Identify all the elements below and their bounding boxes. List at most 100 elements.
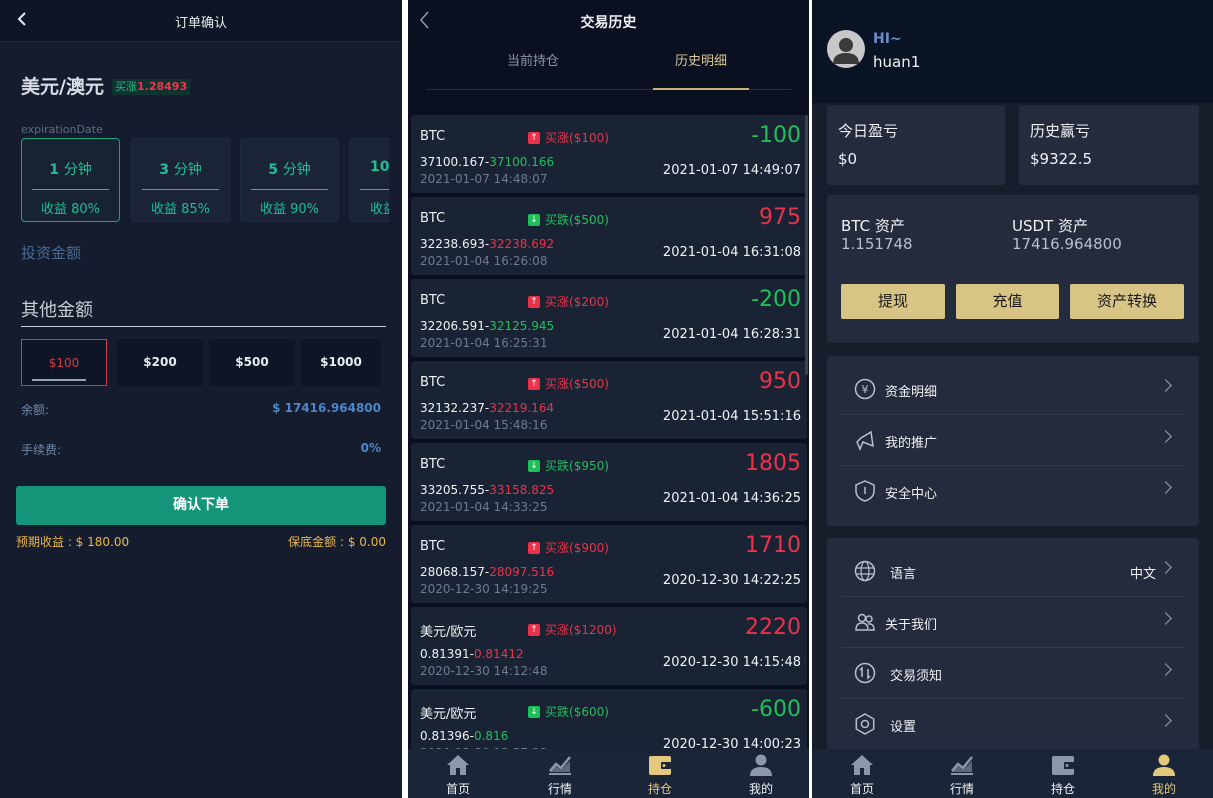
menu-label: 关于我们 [885,618,938,633]
nav-positions[interactable]: 持仓 [620,749,700,798]
close-time: 2020-12-30 14:22:25 [662,573,801,588]
asset-convert-button[interactable]: 资产转换 [1070,284,1184,319]
nav-home[interactable]: 首页 [822,749,902,798]
deposit-button[interactable]: 充值 [956,284,1059,319]
record-prices: 32206.591-32125.945 [420,319,555,333]
nav-positions[interactable]: 持仓 [1023,749,1103,798]
amount-label: $1000 [320,355,362,369]
record-direction: 买跌($600) [545,703,609,720]
history-list[interactable]: BTC ↑ 买涨($100) -100 37100.167-37100.166 2021-… [411,115,807,750]
record-stake: ($900) [569,541,609,555]
menu-item-referral[interactable]: 我的推广 [842,415,1184,466]
today-pnl-label: 今日盈亏 [838,122,899,140]
nav-home[interactable]: 首页 [418,749,498,798]
menu-item-settings[interactable]: 设置 [842,699,1184,750]
megaphone-icon [856,430,874,451]
nav-label: 持仓 [1050,782,1075,796]
nav-label: 持仓 [647,782,672,796]
amount-option[interactable]: $500 [209,339,295,386]
withdraw-button[interactable]: 提现 [841,284,945,319]
duration-time: 1 分钟 [22,159,119,179]
guaranteed-amount: 保底金额 : $ 0.00 [288,535,386,549]
direction-label: 买涨 [545,131,570,145]
arrow-up-icon: ↑ [528,296,540,308]
profile-header: HI~ huan1 [812,0,1213,103]
direction-label: 买跌 [545,213,570,227]
history-record[interactable]: BTC ↑ 买涨($500) 950 32132.237-32219.164 2021-0… [411,361,807,439]
duration-option[interactable]: 5 分钟 收益 90% [240,138,339,222]
history-pnl-card: 历史赢亏 $9322.5 [1019,105,1199,185]
trend-tag: 买涨1.28493 [112,79,191,95]
nav-mine[interactable]: 我的 [1124,749,1204,798]
open-time: 2021-01-04 14:33:25 [420,500,548,514]
record-stake: ($500) [569,213,609,227]
chevron-right-icon [1159,379,1172,392]
confirm-order-button[interactable]: 确认下单 [16,486,386,525]
scrollbar[interactable] [805,115,808,375]
duration-option[interactable]: 10 收益 [349,138,389,222]
history-record[interactable]: BTC ↑ 买涨($900) 1710 28068.157-28097.516 2020-… [411,525,807,603]
menu-item-security[interactable]: 安全中心 [842,466,1184,517]
duration-time: 5 分钟 [241,159,338,179]
menu-label: 安全中心 [885,487,938,502]
history-record[interactable]: BTC ↑ 买涨($200) -200 32206.591-32125.945 2021-… [411,279,807,357]
menu-item-fund-details[interactable]: ¥ 资金明细 [842,364,1184,415]
trade-history-screen: 交易历史 当前持仓 历史明细 BTC ↑ 买涨($100) -100 37100.167… [408,0,809,798]
user-icon [1153,754,1175,776]
close-price: 37100.166 [489,155,555,169]
record-direction: 买涨($100) [545,129,609,146]
duration-value: 1 [49,162,59,178]
nav-market[interactable]: 行情 [922,749,1002,798]
close-time: 2021-01-04 16:31:08 [662,245,801,260]
open-price: 32206.591 [420,319,485,333]
tab-history-detail[interactable]: 历史明细 [651,50,751,69]
history-record[interactable]: 美元/欧元 ↓ 买跌($600) -600 0.81396-0.816 2020-12-3… [411,689,807,750]
history-record[interactable]: BTC ↓ 买跌($950) 1805 33205.755-33158.825 2021-… [411,443,807,521]
history-record[interactable]: BTC ↓ 买跌($500) 975 32238.693-32238.692 2021-0… [411,197,807,275]
record-prices: 32238.693-32238.692 [420,237,555,251]
direction-label: 买跌 [545,459,570,473]
bottom-nav: 首页 行情 持仓 我的 [812,749,1213,798]
page-title: 订单确认 [174,16,227,31]
amount-option[interactable]: $200 [117,339,203,386]
open-price: 32132.237 [420,401,485,415]
record-direction: 买涨($900) [545,539,609,556]
username: huan1 [873,53,921,71]
record-stake: ($200) [569,295,609,309]
record-direction: 买涨($1200) [545,621,617,638]
fee-value: 0% [360,441,381,455]
menu-item-language[interactable]: 语言 中文 [842,546,1184,597]
wallet-icon [649,756,671,775]
record-stake: ($100) [569,131,609,145]
record-stake: ($600) [569,705,609,719]
record-prices: 0.81391-0.81412 [420,647,524,661]
duration-unit: 分钟 [63,162,92,178]
amount-option[interactable]: $1000 [301,339,381,386]
chevron-right-icon [1159,561,1172,574]
duration-option[interactable]: 1 分钟 收益 80% [21,138,120,222]
nav-mine[interactable]: 我的 [721,749,801,798]
btc-asset-label: BTC 资产 [841,217,905,235]
duration-option[interactable]: 3 分钟 收益 85% [131,138,230,222]
menu-item-trading-notes[interactable]: 交易须知 [842,648,1184,699]
duration-value: 10 [370,159,389,175]
close-time: 2021-01-04 16:28:31 [662,327,801,342]
record-symbol: 美元/欧元 [420,625,477,640]
nav-market[interactable]: 行情 [520,749,600,798]
open-time: 2021-01-07 14:48:07 [420,172,548,186]
trend-label: 买涨 [115,80,137,93]
other-amount-input[interactable]: 其他金额 [21,296,386,327]
coin-icon: ¥ [854,378,876,400]
tab-current-positions[interactable]: 当前持仓 [483,50,583,69]
nav-label: 我的 [1151,782,1176,796]
history-record[interactable]: BTC ↑ 买涨($100) -100 37100.167-37100.166 2021-… [411,115,807,193]
direction-label: 买涨 [545,541,570,555]
trade-arrows-icon [854,662,876,684]
amount-option[interactable]: $100 [21,339,107,386]
history-record[interactable]: 美元/欧元 ↑ 买涨($1200) 2220 0.81391-0.81412 2020-1… [411,607,807,685]
record-prices: 0.81396-0.816 [420,729,509,743]
menu-item-about[interactable]: 关于我们 [842,597,1184,648]
record-result: 1710 [745,533,801,558]
avatar[interactable] [827,30,865,68]
chart-icon [549,756,571,775]
